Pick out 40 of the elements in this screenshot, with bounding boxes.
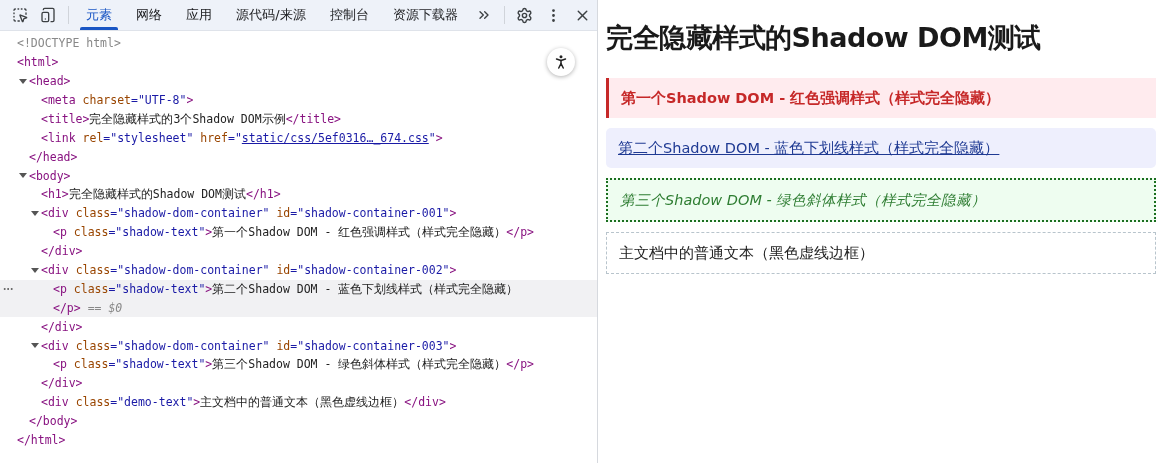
code-line: <h1>完全隐藏样式的Shadow DOM测试</h1>	[41, 187, 281, 203]
closing-tag: </head>	[29, 149, 78, 164]
code-line: <div class="shadow-dom-container" id="shadow-container-001">	[41, 206, 457, 221]
expand-triangle-icon[interactable]	[19, 78, 27, 84]
text-block: 主文档中的普通文本（黑色虚线边框）	[606, 232, 1156, 274]
code-line: <div class="shadow-dom-container" id="shadow-container-003">	[41, 338, 457, 353]
accessibility-button[interactable]	[547, 48, 575, 76]
text-block: 第一个Shadow DOM - 红色强调样式（样式完全隐藏）	[606, 78, 1156, 118]
code-line: <html>	[17, 55, 59, 70]
code-line: <link rel="stylesheet" href="static/css/5ef0316…_674.css">	[41, 130, 443, 145]
page-heading: 完全隐藏样式的Shadow DOM测试	[606, 21, 1042, 55]
closing-tag: </html>	[17, 433, 66, 448]
code-line: <div class="shadow-dom-container" id="shadow-container-002">	[41, 263, 457, 278]
code-line: <div class="demo-text">主文档中的普通文本（黑色虚线边框）</div>	[41, 394, 446, 410]
code-line: <p class="shadow-text">第一个Shadow DOM - 红色强调样式（样式完全隐藏）</p>	[53, 224, 534, 240]
closing-tag: </p> == $0	[53, 300, 123, 315]
expand-triangle-icon[interactable]	[19, 173, 27, 179]
panel-tab[interactable]: 源代码/来源	[224, 0, 318, 30]
text-block: 第三个Shadow DOM - 绿色斜体样式（样式完全隐藏）	[606, 178, 1156, 222]
code-line: <title>完全隐藏样式的3个Shadow DOM示例</title>	[41, 111, 342, 127]
code-line: <p class="shadow-text">第三个Shadow DOM - 绿色斜体样式（样式完全隐藏）</p>	[53, 357, 534, 373]
closing-tag: </body>	[29, 414, 78, 429]
closing-tag: </div>	[41, 376, 83, 391]
code-line: <!DOCTYPE html>	[17, 36, 121, 51]
text-block: 第二个Shadow DOM - 蓝色下划线样式（样式完全隐藏）	[606, 128, 1156, 168]
stylesheet-link[interactable]: static/css/5ef0316…_674.css	[241, 130, 429, 145]
expand-triangle-icon[interactable]	[31, 267, 39, 273]
panel-tab[interactable]: 网络	[124, 0, 175, 30]
panel-tab[interactable]: 元素	[74, 0, 125, 30]
code-line: <p class="shadow-text">第二个Shadow DOM - 蓝色下划线样式（样式完全隐藏）	[53, 281, 519, 297]
expand-triangle-icon[interactable]	[31, 210, 39, 216]
closing-tag: </div>	[41, 244, 83, 259]
expand-triangle-icon[interactable]	[31, 343, 39, 349]
code-line: <head>	[29, 74, 71, 89]
panel-tab[interactable]: 控制台	[317, 0, 381, 30]
code-line: <meta charset="UTF-8">	[41, 93, 194, 108]
code-line: <body>	[29, 168, 71, 183]
panel-tab[interactable]: 应用	[174, 0, 225, 30]
panel-tab[interactable]: 资源下载器	[380, 0, 470, 30]
closing-tag: </div>	[41, 319, 83, 334]
